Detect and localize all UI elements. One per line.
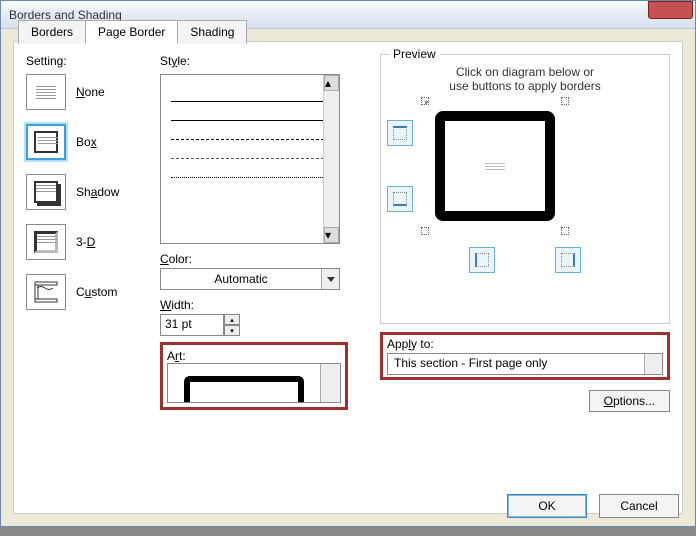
setting-shadow-label: Shadow [76,185,119,199]
chevron-down-icon[interactable] [320,364,340,402]
setting-label: Setting: [26,54,156,68]
preview-column: Preview Click on diagram below oruse but… [380,54,670,501]
cancel-button[interactable]: Cancel [599,494,679,518]
preview-hint: Click on diagram below oruse buttons to … [387,65,663,93]
art-label: Art: [167,349,186,363]
preview-label: Preview [389,47,440,61]
close-button[interactable] [648,1,693,19]
dialog-footer: OK Cancel [507,494,679,518]
color-label: Color: [160,252,360,266]
borders-shading-dialog: Borders and Shading Borders Page Border … [0,0,696,527]
apply-to-combo[interactable]: This section - First page only [387,353,663,375]
border-top-button[interactable] [387,120,413,146]
border-left-button[interactable] [469,247,495,273]
dialog-body: Borders Page Border Shading Setting: Non… [13,41,683,514]
options-button[interactable]: Options... [589,390,670,412]
setting-box[interactable]: Box [26,124,156,160]
setting-box-label: Box [76,135,97,149]
setting-3d-label: 3-D [76,235,95,249]
setting-shadow[interactable]: Shadow [26,174,156,210]
apply-to-value: This section - First page only [388,354,644,374]
scroll-down-icon[interactable]: ▾ [324,227,339,243]
art-combo[interactable] [167,363,341,403]
ok-button[interactable]: OK [507,494,587,518]
art-group-highlight: Art: [160,342,348,410]
spinner-down-icon[interactable]: ▾ [224,325,240,336]
border-top-icon [393,126,407,140]
apply-to-label: Apply to: [387,337,434,351]
border-bottom-button[interactable] [387,186,413,212]
chevron-down-icon[interactable] [644,354,662,374]
style-listbox[interactable]: ▴ ▾ [160,74,340,244]
preview-group: Preview Click on diagram below oruse but… [380,54,670,324]
color-value: Automatic [161,272,321,286]
tab-borders[interactable]: Borders [18,20,86,44]
width-spinner[interactable]: 31 pt ▴ ▾ [160,314,240,336]
setting-3d[interactable]: 3-D [26,224,156,260]
setting-custom-label: Custom [76,285,117,299]
border-right-button[interactable] [555,247,581,273]
preview-diagram[interactable] [425,101,565,231]
custom-icon [33,280,59,304]
setting-column: Setting: None Box Shadow 3-D [26,54,156,501]
style-scrollbar[interactable]: ▴ ▾ [323,75,339,243]
tab-strip: Borders Page Border Shading [18,20,246,44]
color-combo[interactable]: Automatic [160,268,340,290]
setting-none-label: None [76,85,105,99]
border-left-icon [475,253,489,267]
style-column: Style: ▴ ▾ Color [160,54,360,501]
art-preview [168,364,320,402]
scroll-up-icon[interactable]: ▴ [324,75,339,91]
spinner-up-icon[interactable]: ▴ [224,314,240,325]
apply-to-group-highlight: Apply to: This section - First page only [380,332,670,380]
setting-none[interactable]: None [26,74,156,110]
tab-page-border[interactable]: Page Border [85,20,178,44]
width-label: Width: [160,298,360,312]
tab-shading[interactable]: Shading [177,20,247,44]
setting-custom[interactable]: Custom [26,274,156,310]
style-label: Style: [160,54,360,68]
chevron-down-icon[interactable] [321,269,339,289]
border-bottom-icon [393,192,407,206]
border-right-icon [561,253,575,267]
width-value: 31 pt [160,314,224,336]
